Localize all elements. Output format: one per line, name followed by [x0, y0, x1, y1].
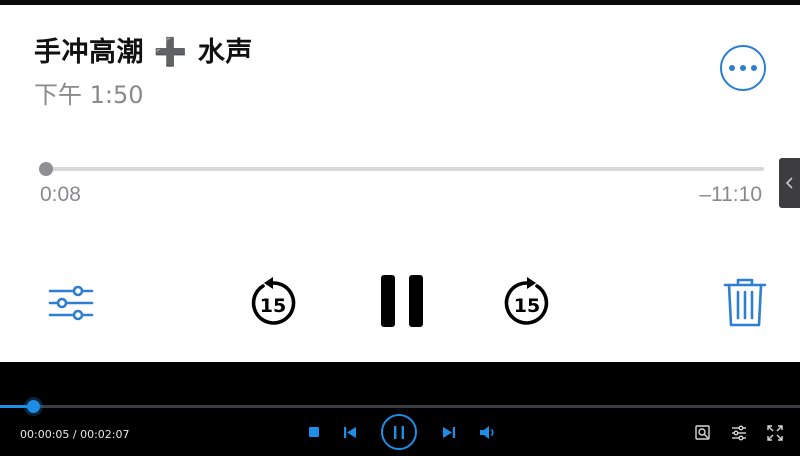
video-player-controls: 00:00:05 / 00:02:07	[0, 362, 800, 456]
chevron-left-icon	[785, 177, 793, 189]
skip-back-15-icon: 15	[251, 277, 296, 325]
adjust-button[interactable]	[730, 424, 748, 442]
pause-icon	[381, 275, 423, 327]
video-seek-bar[interactable]	[0, 405, 800, 408]
skip-forward-button[interactable]: 15	[500, 276, 554, 330]
skip-back-seconds-label: 15	[260, 295, 286, 317]
stop-icon	[309, 427, 319, 437]
more-options-dot	[740, 65, 746, 71]
recording-scrubber[interactable]	[46, 167, 764, 171]
side-panel-toggle[interactable]	[779, 158, 800, 208]
play-pause-button[interactable]	[381, 414, 417, 450]
adjust-icon	[732, 425, 746, 441]
delete-button[interactable]	[720, 276, 770, 330]
video-time-readout: 00:00:05 / 00:02:07	[20, 428, 130, 441]
recording-title: 手冲高潮 ➕ 水声	[34, 37, 253, 68]
skip-back-button[interactable]: 15	[246, 276, 300, 330]
skip-forward-15-icon: 15	[504, 277, 549, 325]
screenshot-icon	[695, 425, 710, 440]
screenshot-button[interactable]	[694, 424, 712, 442]
more-options-button[interactable]	[720, 45, 766, 91]
recording-view: 手冲高潮 ➕ 水声 下午 1:50 0:08 –11:10 15 15	[0, 0, 800, 362]
next-button[interactable]	[441, 424, 457, 440]
previous-track-icon	[344, 426, 356, 438]
elapsed-time: 0:08	[40, 183, 81, 206]
recording-scrubber-handle[interactable]	[39, 162, 53, 176]
pause-icon	[394, 425, 404, 439]
remaining-time: –11:10	[699, 183, 762, 206]
skip-forward-seconds-label: 15	[514, 295, 540, 317]
trash-icon	[723, 278, 767, 327]
video-seek-handle[interactable]	[27, 400, 41, 413]
playback-settings-button[interactable]	[44, 280, 98, 326]
previous-button[interactable]	[342, 424, 358, 440]
more-options-dot	[751, 65, 757, 71]
volume-button[interactable]	[479, 424, 497, 440]
fullscreen-icon	[767, 425, 783, 441]
more-options-icon	[729, 65, 735, 71]
volume-icon	[480, 425, 494, 439]
top-edge	[0, 0, 800, 5]
pause-button[interactable]	[374, 270, 430, 332]
recording-timestamp: 下午 1:50	[34, 81, 144, 109]
sliders-icon	[48, 285, 94, 321]
next-track-icon	[443, 426, 455, 438]
fullscreen-button[interactable]	[766, 424, 784, 442]
stop-button[interactable]	[306, 424, 322, 440]
